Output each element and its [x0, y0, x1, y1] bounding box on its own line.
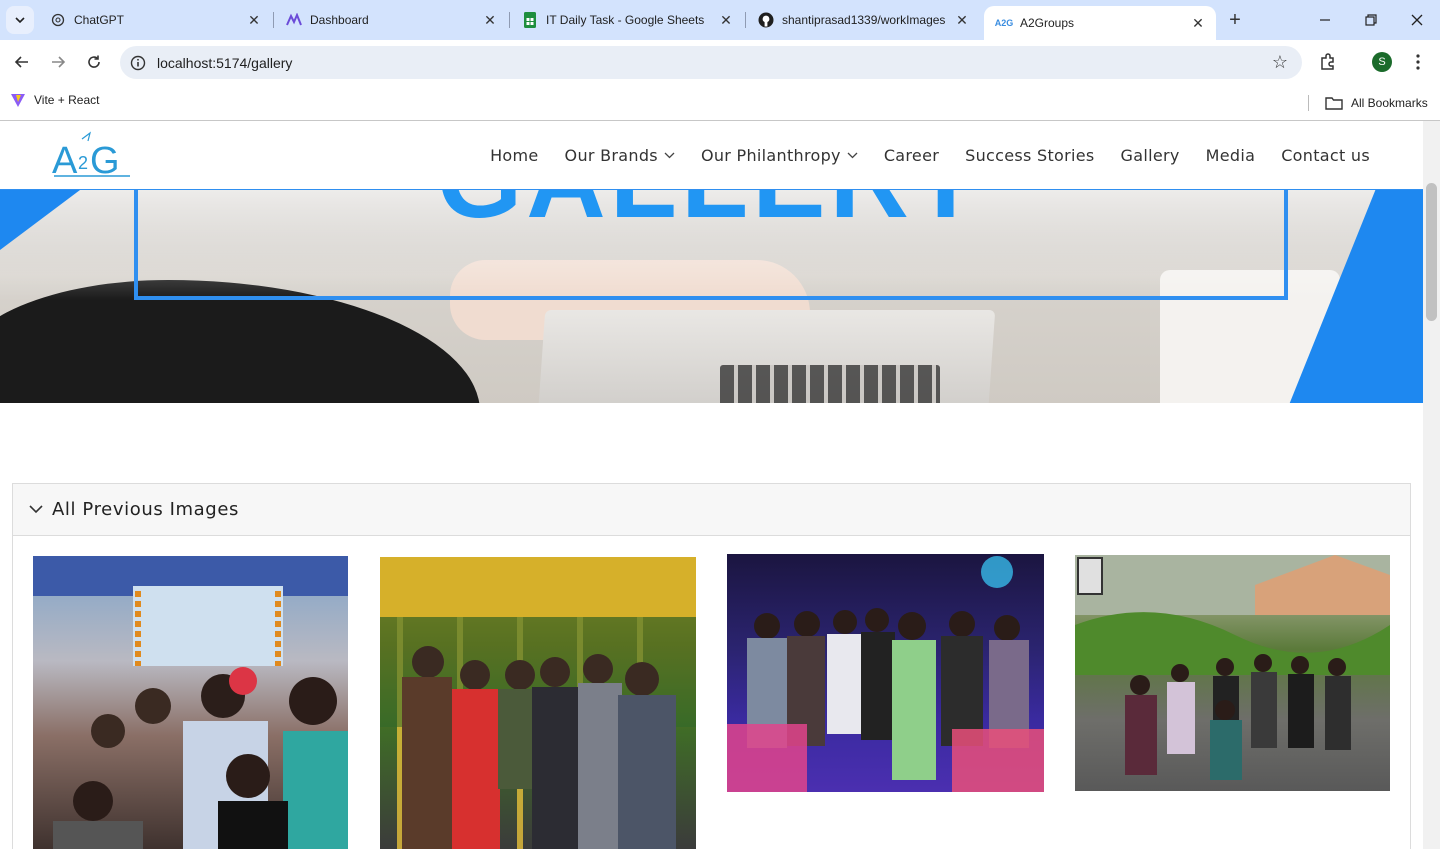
- hero-banner: GALLERY: [0, 190, 1423, 403]
- browser-menu-button[interactable]: [1404, 48, 1432, 76]
- browser-toolbar: localhost:5174/gallery ☆ S: [0, 40, 1440, 85]
- bookmark-label: Vite + React: [34, 93, 100, 107]
- group-photo-4: [1075, 555, 1390, 780]
- google-sheets-icon: [522, 12, 538, 28]
- kebab-menu-icon: [1416, 54, 1420, 70]
- puzzle-icon: [1321, 53, 1334, 70]
- minimize-button[interactable]: [1302, 0, 1348, 40]
- new-tab-button[interactable]: +: [1222, 8, 1248, 34]
- gallery-photo[interactable]: [380, 557, 696, 849]
- tab-strip: ChatGPT ✕ Dashboard ✕ IT Daily Task - Go…: [0, 0, 1440, 40]
- all-bookmarks-button[interactable]: All Bookmarks: [1308, 91, 1428, 115]
- chevron-down-icon: [847, 149, 858, 162]
- vite-icon: [11, 94, 25, 107]
- gallery-photo[interactable]: [1075, 555, 1390, 791]
- url-text[interactable]: localhost:5174/gallery: [157, 55, 292, 71]
- forward-button[interactable]: [44, 48, 72, 76]
- site-header: A 2 G Home Our Brands Our Philanthropy C…: [0, 121, 1423, 190]
- nav-career[interactable]: Career: [884, 146, 939, 165]
- a2g-logo[interactable]: A 2 G: [52, 131, 134, 182]
- extensions-button[interactable]: [1314, 48, 1342, 76]
- close-icon[interactable]: ✕: [244, 10, 264, 30]
- gallery-photo[interactable]: [33, 556, 348, 849]
- nav-our-philanthropy[interactable]: Our Philanthropy: [701, 146, 858, 165]
- tab-title: A2Groups: [1020, 16, 1075, 30]
- minimize-icon: [1320, 19, 1330, 21]
- nav-label: Gallery: [1120, 146, 1180, 165]
- tab-search-button[interactable]: [6, 6, 34, 34]
- scrollbar-thumb[interactable]: [1426, 183, 1437, 321]
- group-photo-1: [33, 556, 348, 849]
- all-bookmarks-label: All Bookmarks: [1351, 96, 1428, 110]
- dashboard-icon: [286, 12, 302, 28]
- accordion-title: All Previous Images: [52, 499, 239, 520]
- close-icon[interactable]: ✕: [952, 10, 972, 30]
- group-photo-3: [727, 556, 1044, 792]
- bookmarks-divider: [1308, 95, 1309, 111]
- address-bar[interactable]: localhost:5174/gallery ☆: [120, 46, 1302, 79]
- tab-title: shantiprasad1339/workImages: [782, 13, 946, 27]
- tab-title: IT Daily Task - Google Sheets: [546, 13, 705, 27]
- chevron-down-icon: [29, 503, 43, 517]
- nav-label: Our Brands: [564, 146, 658, 165]
- restore-button[interactable]: [1348, 0, 1394, 40]
- close-window-button[interactable]: [1394, 0, 1440, 40]
- back-button[interactable]: [8, 48, 36, 76]
- bookmark-vite-react[interactable]: Vite + React: [10, 92, 99, 108]
- chevron-down-icon: [15, 17, 25, 24]
- tab-title: Dashboard: [310, 13, 369, 27]
- a2g-favicon: A2G: [994, 18, 1014, 28]
- nav-our-brands[interactable]: Our Brands: [565, 146, 675, 165]
- hero-keyboard-shape: [720, 365, 940, 403]
- close-icon[interactable]: ✕: [1188, 13, 1208, 33]
- nav-contact-us[interactable]: Contact us: [1281, 146, 1370, 165]
- nav-label: Career: [883, 146, 940, 165]
- tab-chatgpt[interactable]: ChatGPT ✕: [38, 0, 272, 40]
- site-info-icon[interactable]: [128, 53, 148, 73]
- hero-title: GALLERY: [0, 190, 1423, 240]
- nav-label: Our Philanthropy: [700, 146, 841, 165]
- svg-text:G: G: [90, 140, 120, 181]
- nav-media[interactable]: Media: [1206, 146, 1256, 165]
- gallery-photo[interactable]: [727, 554, 1044, 792]
- nav-success-stories[interactable]: Success Stories: [965, 146, 1094, 165]
- nav-label: Media: [1205, 146, 1256, 165]
- reload-icon: [88, 55, 100, 68]
- page-viewport: GALLERY A 2 G Home Our Brands Our Philan…: [0, 121, 1423, 849]
- folder-icon: [1325, 97, 1343, 110]
- nav-home[interactable]: Home: [490, 146, 538, 165]
- svg-text:A: A: [52, 140, 78, 181]
- nav-label: Home: [490, 146, 539, 165]
- tab-github[interactable]: shantiprasad1339/workImages ✕: [746, 0, 980, 40]
- tab-a2groups[interactable]: A2G A2Groups ✕: [984, 6, 1216, 40]
- svg-text:2: 2: [78, 153, 88, 173]
- main-nav: Home Our Brands Our Philanthropy Career …: [464, 121, 1370, 190]
- group-photo-2: [380, 557, 696, 849]
- tab-google-sheets[interactable]: IT Daily Task - Google Sheets ✕: [510, 0, 744, 40]
- nav-label: Contact us: [1281, 146, 1370, 165]
- close-icon[interactable]: ✕: [480, 10, 500, 30]
- accordion-header[interactable]: All Previous Images: [13, 484, 1410, 536]
- bookmarks-bar: Vite + React All Bookmarks: [0, 85, 1440, 121]
- arrow-left-icon: [14, 56, 28, 68]
- avatar: S: [1372, 52, 1392, 72]
- profile-button[interactable]: S: [1368, 48, 1396, 76]
- tab-title: ChatGPT: [74, 13, 125, 27]
- page-scrollbar[interactable]: [1423, 121, 1440, 849]
- chatgpt-icon: [50, 12, 66, 28]
- github-icon: [758, 12, 774, 28]
- chevron-down-icon: [664, 149, 675, 162]
- reload-button[interactable]: [80, 48, 108, 76]
- close-icon[interactable]: ✕: [716, 10, 736, 30]
- arrow-right-icon: [52, 56, 66, 68]
- bookmark-star-icon[interactable]: ☆: [1272, 52, 1288, 73]
- nav-label: Success Stories: [965, 146, 1095, 165]
- close-icon: [1411, 14, 1423, 26]
- nav-gallery[interactable]: Gallery: [1121, 146, 1180, 165]
- tab-dashboard[interactable]: Dashboard ✕: [274, 0, 508, 40]
- restore-icon: [1365, 14, 1377, 26]
